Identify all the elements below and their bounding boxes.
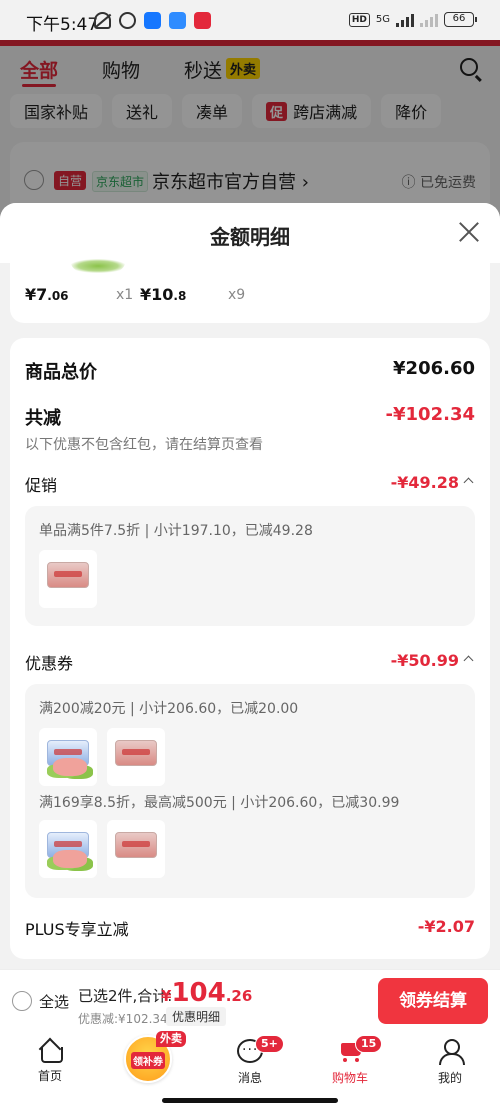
promo-label: 促销 [25,476,58,495]
item-qty: x1 [116,287,134,303]
can-image [47,562,89,588]
product-thumb-spam[interactable] [107,820,165,878]
app-notification-icon [144,12,161,29]
promo-toggle[interactable]: -¥49.28 [390,473,474,492]
user-icon [438,1039,465,1065]
battery-icon: 66 [444,12,477,27]
notification-icons [94,12,211,29]
item-price-dec: .8 [173,289,187,303]
chat-notification-icon [169,12,186,29]
mute-icon [94,12,111,29]
hd-icon: HD [348,12,370,27]
chevron-up-icon [463,477,474,488]
nav-mine[interactable]: 我的 [415,1039,485,1086]
item-price-int: ¥10 [140,285,174,304]
chevron-up-icon [463,655,474,666]
product-thumb-spam[interactable] [39,550,97,608]
close-icon[interactable] [458,221,480,243]
discount-label: 共减 [25,408,61,429]
nav-home[interactable]: 首页 [15,1039,85,1084]
item-price-int: ¥7 [25,285,48,304]
sheet-header: 金额明细 [0,203,500,263]
coupon-value: -¥50.99 [390,651,459,670]
status-time: 下午5:47 [26,15,99,35]
home-indicator [162,1098,338,1103]
coupon-rule-1: 满200减20元 | 小计206.60，已减20.00 [39,701,299,717]
discount-summary: 优惠减:¥102.34 [78,1012,168,1026]
alarm-icon [119,12,136,29]
network-label: 5G [375,14,390,25]
nav-messages-label: 消息 [237,1071,262,1085]
checkout-button[interactable]: 领券结算 [378,978,488,1024]
total-label: 商品总价 [25,362,97,383]
item-strip: ¥7.06 x1 ¥10.8 x9 [10,259,490,323]
nav-mine-label: 我的 [437,1071,462,1085]
meat-image [53,758,87,776]
messages-badge: 5+ [255,1035,284,1053]
signal-icon [396,13,414,27]
coupon-box: 满200减20元 | 小计206.60，已减20.00 满169享8.5折，最高… [25,684,475,898]
currency-symbol: ¥ [161,987,172,1005]
total-int: 104 [171,978,226,1008]
select-all-label[interactable]: 全选 [39,991,69,1012]
total-value: ¥206.60 [393,358,475,379]
product-thumb-luncheon[interactable] [39,728,97,786]
discount-value: -¥102.34 [385,404,475,425]
item-price-dec: .06 [47,289,69,303]
can-image [115,832,157,858]
coupon-toggle[interactable]: -¥50.99 [390,651,474,670]
nav-cart-label: 购物车 [331,1071,368,1085]
total-dec: .26 [225,987,253,1005]
can-image [115,740,157,766]
meat-image [53,850,87,868]
nav-home-label: 首页 [37,1069,62,1083]
signal-2-icon [420,13,438,27]
takeout-badge: 外卖 [156,1031,186,1047]
status-bar: 下午5:47 HD 5G 66 [0,0,500,40]
cart-badge: 15 [355,1035,383,1053]
news-notification-icon [194,12,211,29]
promo-rule: 单品满5件7.5折 | 小计197.10，已减49.28 [39,523,313,539]
detail-card: 商品总价 ¥206.60 共减 -¥102.34 以下优惠不包含红包，请在结算页… [10,338,490,959]
checkout-total: ¥104.26 [161,978,252,1008]
plus-label: PLUS专享立减 [25,920,129,939]
item-qty: x9 [228,287,246,303]
discount-detail-button[interactable]: 优惠明细 [166,1007,227,1026]
home-icon [38,1039,63,1063]
promo-box: 单品满5件7.5折 | 小计197.10，已减49.28 [25,506,475,626]
selected-summary: 已选2件,合计: [78,987,173,1005]
select-all-checkbox[interactable] [12,991,32,1011]
coupon-label: 优惠券 [25,654,74,673]
nav-cart[interactable]: 15 购物车 [315,1035,385,1086]
item-price: ¥10.8 [140,285,186,304]
sheet-title: 金额明细 [210,225,290,249]
product-thumb-luncheon[interactable] [39,820,97,878]
checkout-bar: 全选 已选2件,合计: ¥104.26 优惠减:¥102.34 优惠明细 领券结… [0,969,500,1031]
product-image-partial [70,259,126,273]
product-thumb-spam[interactable] [107,728,165,786]
item-price: ¥7.06 [25,285,69,304]
subsidy-coupon-label: 领补券 [131,1052,165,1069]
promo-value: -¥49.28 [390,473,459,492]
system-icons: HD 5G 66 [348,12,477,27]
plus-value: -¥2.07 [417,917,475,936]
coupon-rule-2: 满169享8.5折，最高减500元 | 小计206.60，已减30.99 [39,795,400,811]
nav-messages[interactable]: 5+ 消息 [215,1035,285,1086]
discount-note: 以下优惠不包含红包，请在结算页查看 [25,437,263,453]
